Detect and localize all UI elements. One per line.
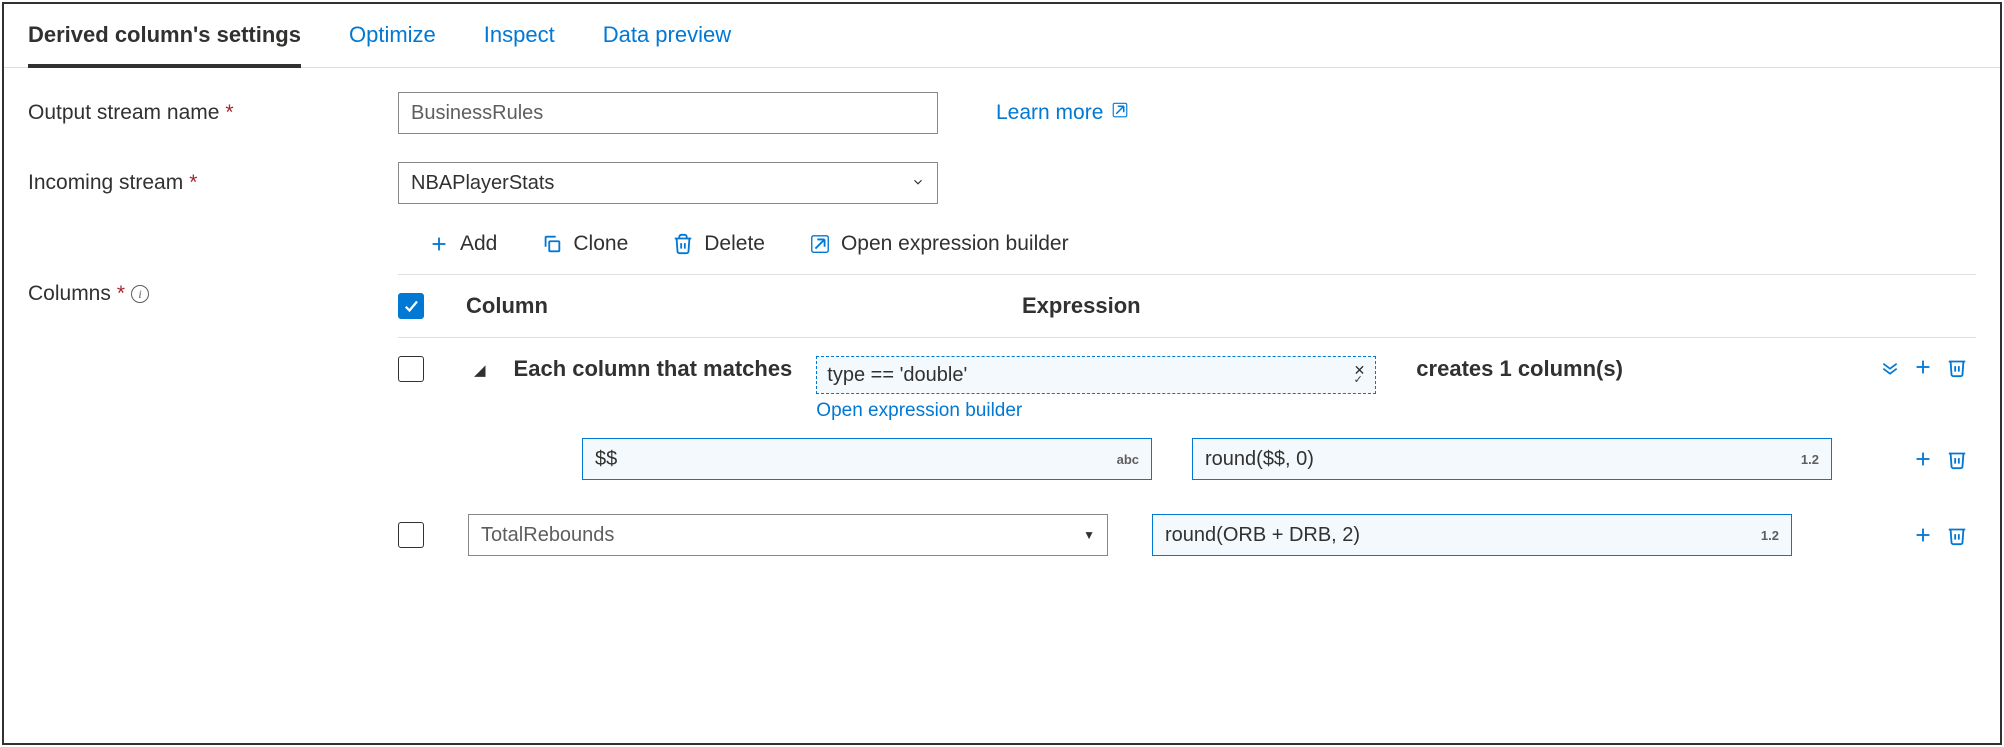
row-checkbox[interactable] bbox=[398, 356, 424, 382]
row-checkbox[interactable] bbox=[398, 522, 424, 548]
clone-button[interactable]: Clone bbox=[541, 232, 628, 256]
pattern-suffix-label: creates 1 column(s) bbox=[1416, 356, 1623, 382]
expression-header: Expression bbox=[1022, 293, 1141, 319]
required-asterisk: * bbox=[117, 282, 125, 306]
columns-toolbar: Add Clone Delete Open expression builder bbox=[428, 232, 1976, 256]
column-header: Column bbox=[466, 293, 966, 319]
double-chevron-icon[interactable] bbox=[1880, 357, 1900, 377]
pattern-expression-input[interactable]: round($$, 0) 1.2 bbox=[1192, 438, 1832, 480]
type-badge-number: 1.2 bbox=[1761, 528, 1779, 543]
incoming-stream-label: Incoming stream * bbox=[28, 171, 398, 195]
learn-more-link[interactable]: Learn more bbox=[996, 101, 1129, 125]
tab-optimize[interactable]: Optimize bbox=[349, 4, 436, 67]
output-stream-input[interactable] bbox=[398, 92, 938, 134]
copy-icon bbox=[541, 233, 563, 255]
open-expression-builder-link[interactable]: Open expression builder bbox=[816, 394, 1376, 422]
delete-row-button[interactable] bbox=[1946, 524, 1968, 546]
expression-edit-icon: ✕✓ bbox=[1354, 365, 1366, 385]
pattern-column-input[interactable]: $$ abc bbox=[582, 438, 1152, 480]
add-row-button[interactable] bbox=[1912, 524, 1934, 546]
caret-down-icon: ▼ bbox=[1083, 528, 1095, 542]
tab-preview[interactable]: Data preview bbox=[603, 4, 731, 67]
tab-settings[interactable]: Derived column's settings bbox=[28, 4, 301, 68]
pattern-subrow: $$ abc round($$, 0) 1.2 bbox=[582, 430, 1976, 488]
tab-bar: Derived column's settings Optimize Inspe… bbox=[4, 4, 2000, 68]
select-all-checkbox[interactable] bbox=[398, 293, 424, 319]
add-row-button[interactable] bbox=[1912, 356, 1934, 378]
delete-row-button[interactable] bbox=[1946, 448, 1968, 470]
required-asterisk: * bbox=[225, 101, 233, 125]
add-row-button[interactable] bbox=[1912, 448, 1934, 470]
required-asterisk: * bbox=[189, 171, 197, 195]
column-name-select[interactable]: TotalRebounds ▼ bbox=[468, 514, 1108, 556]
chevron-down-icon bbox=[911, 175, 925, 192]
external-link-icon bbox=[809, 233, 831, 255]
columns-table: Column Expression ◢ Each column that mat… bbox=[398, 274, 1976, 564]
add-button[interactable]: Add bbox=[428, 232, 497, 256]
pattern-prefix-label: Each column that matches bbox=[514, 356, 793, 382]
columns-label: Columns * i bbox=[28, 274, 398, 306]
incoming-stream-select[interactable]: NBAPlayerStats bbox=[398, 162, 938, 204]
plus-icon bbox=[428, 233, 450, 255]
trash-icon bbox=[672, 233, 694, 255]
column-row: TotalRebounds ▼ round(ORB + DRB, 2) 1.2 bbox=[398, 488, 1976, 564]
info-icon[interactable]: i bbox=[131, 285, 149, 303]
pattern-row: ◢ Each column that matches type == 'doub… bbox=[398, 338, 1976, 430]
external-link-icon bbox=[1111, 101, 1129, 125]
expression-input[interactable]: round(ORB + DRB, 2) 1.2 bbox=[1152, 514, 1792, 556]
output-stream-label: Output stream name * bbox=[28, 101, 398, 125]
type-badge-number: 1.2 bbox=[1801, 452, 1819, 467]
delete-button[interactable]: Delete bbox=[672, 232, 765, 256]
tab-inspect[interactable]: Inspect bbox=[484, 4, 555, 67]
type-badge-abc: abc bbox=[1117, 452, 1139, 467]
collapse-toggle-icon[interactable]: ◢ bbox=[474, 361, 486, 379]
pattern-condition-input[interactable]: type == 'double' ✕✓ bbox=[816, 356, 1376, 394]
delete-row-button[interactable] bbox=[1946, 356, 1968, 378]
open-expression-builder-button[interactable]: Open expression builder bbox=[809, 232, 1069, 256]
